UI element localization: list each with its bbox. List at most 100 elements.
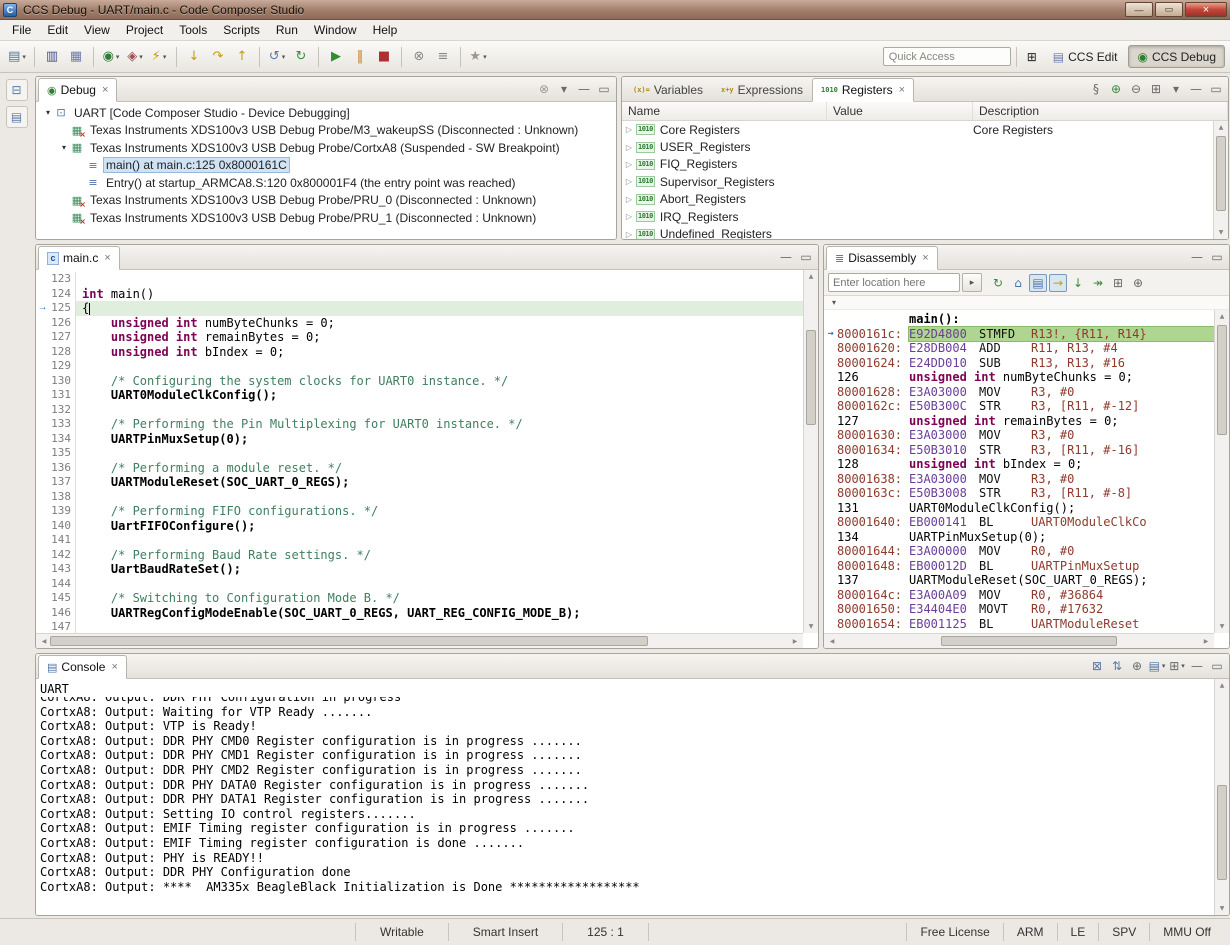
disasm-line[interactable]: 134UARTPinMuxSetup(0); <box>824 530 1214 545</box>
menu-tools[interactable]: Tools <box>171 21 215 39</box>
home-button[interactable]: ⌂ <box>1009 274 1027 292</box>
code-line[interactable]: 134 UARTPinMuxSetup(0); <box>36 432 803 447</box>
close-icon[interactable]: × <box>111 661 117 673</box>
minimize-view-button[interactable]: — <box>1187 80 1205 98</box>
scroll-up-icon[interactable]: ▲ <box>1214 121 1228 134</box>
code-line[interactable]: 132 <box>36 403 803 418</box>
maximize-view-button[interactable]: ▭ <box>1208 248 1226 266</box>
close-icon[interactable]: × <box>102 84 108 96</box>
register-row[interactable]: ▷1010USER_Registers <box>622 138 1228 155</box>
editor-vertical-scrollbar[interactable]: ▲▼ <box>803 270 818 633</box>
debug-tree-item[interactable]: ▾▦Texas Instruments XDS100v3 USB Debug P… <box>36 139 616 157</box>
code-line[interactable]: 126 unsigned int numByteChunks = 0; <box>36 316 803 331</box>
asm-step-into-button[interactable]: ↓ <box>1069 274 1087 292</box>
tab-registers[interactable]: 1010Registers× <box>812 78 914 102</box>
disasm-line[interactable]: 80001648:EB00012DBLUARTPinMuxSetup <box>824 559 1214 574</box>
code-line[interactable]: 145 /* Switching to Configuration Mode B… <box>36 591 803 606</box>
save-all-button[interactable]: ▦ <box>65 46 87 68</box>
expand-arrow-icon[interactable]: ▷ <box>622 160 636 169</box>
code-line[interactable]: 146 UARTRegConfigModeEnable(SOC_UART_0_R… <box>36 606 803 621</box>
code-line[interactable]: 130 /* Configuring the system clocks for… <box>36 374 803 389</box>
scroll-down-icon[interactable]: ▼ <box>1215 620 1229 633</box>
refresh-button[interactable]: ↻ <box>989 274 1007 292</box>
scroll-down-icon[interactable]: ▼ <box>1214 226 1228 239</box>
close-window-button[interactable]: × <box>1185 2 1227 17</box>
project-explorer-fastview-button[interactable]: ▤ <box>6 106 28 128</box>
pin-console-button[interactable]: ⊕ <box>1128 657 1146 675</box>
register-row[interactable]: ▷1010IRQ_Registers <box>622 208 1228 225</box>
restore-views-button[interactable]: ⊟ <box>6 79 28 101</box>
debug-tree-item[interactable]: ▦×Texas Instruments XDS100v3 USB Debug P… <box>36 122 616 140</box>
disassembly-vertical-scrollbar[interactable]: ▲▼ <box>1214 310 1229 633</box>
code-line[interactable]: 128 unsigned int bIndex = 0; <box>36 345 803 360</box>
disasm-line[interactable]: main(): <box>824 312 1214 327</box>
code-line[interactable]: 141 <box>36 533 803 548</box>
tab-variables[interactable]: (x)=Variables <box>624 78 712 102</box>
code-line[interactable]: 144 <box>36 577 803 592</box>
disasm-line[interactable]: 8000163c:E50B3008STRR3, [R11, #-8] <box>824 486 1214 501</box>
save-button[interactable]: ▥ <box>41 46 63 68</box>
scroll-left-icon[interactable]: ◀ <box>38 635 50 648</box>
show-type-names-button[interactable]: § <box>1087 80 1105 98</box>
menu-file[interactable]: File <box>4 21 39 39</box>
open-new-view-button[interactable]: ⊞ <box>1109 274 1127 292</box>
code-line[interactable]: 140 UartFIFOConfigure(); <box>36 519 803 534</box>
terminate-button[interactable]: ■ <box>373 46 395 68</box>
menu-window[interactable]: Window <box>306 21 365 39</box>
ccs-edit-perspective-button[interactable]: ▤CCS Edit <box>1045 45 1126 68</box>
display-selected-console-button[interactable]: ▤▾ <box>1148 657 1166 675</box>
show-source-toggle[interactable]: ▤ <box>1029 274 1047 292</box>
register-row[interactable]: ▷1010Undefined_Registers <box>622 225 1228 239</box>
disasm-line[interactable]: →8000161c:E92D4800STMFDR13!, {R11, R14} <box>824 327 1214 342</box>
expand-arrow-icon[interactable]: ▷ <box>622 125 636 134</box>
menu-run[interactable]: Run <box>268 21 306 39</box>
scroll-down-icon[interactable]: ▼ <box>1215 902 1229 915</box>
expand-arrow-icon[interactable]: ▾ <box>42 108 54 117</box>
column-header-value[interactable]: Value <box>827 102 973 120</box>
menu-view[interactable]: View <box>76 21 118 39</box>
track-pc-toggle[interactable]: → <box>1049 274 1067 292</box>
disconnect-button[interactable]: ⊗ <box>408 46 430 68</box>
scrollbar-thumb[interactable] <box>50 636 648 646</box>
disasm-line[interactable]: 126unsigned int numByteChunks = 0; <box>824 370 1214 385</box>
new-button[interactable]: ▤▾ <box>6 46 28 68</box>
disasm-line[interactable]: 80001644:E3A00000MOVR0, #0 <box>824 544 1214 559</box>
code-line[interactable]: 129 <box>36 359 803 374</box>
target-config-button[interactable]: ◈▾ <box>124 46 146 68</box>
disasm-line[interactable]: 80001650:E34404E0MOVTR0, #17632 <box>824 602 1214 617</box>
code-line[interactable]: 135 <box>36 446 803 461</box>
minimize-view-button[interactable]: — <box>1188 657 1206 675</box>
disasm-line[interactable]: 80001640:EB000141BLUART0ModuleClkCo <box>824 515 1214 530</box>
disasm-line[interactable]: 8000164c:E3A00A09MOVR0, #36864 <box>824 588 1214 603</box>
scroll-up-icon[interactable]: ▲ <box>1215 310 1229 323</box>
scrollbar-thumb[interactable] <box>1217 785 1227 879</box>
trace-highlight-button[interactable]: ★▾ <box>467 46 489 68</box>
remove-register-group-button[interactable]: ⊖ <box>1127 80 1145 98</box>
expand-arrow-icon[interactable]: ▷ <box>622 177 636 186</box>
scrollbar-thumb[interactable] <box>1216 136 1226 211</box>
disasm-line[interactable]: 80001628:E3A03000MOVR3, #0 <box>824 385 1214 400</box>
restore-window-button[interactable]: ▭ <box>1155 2 1183 17</box>
code-line[interactable]: 139 /* Performing FIFO configurations. *… <box>36 504 803 519</box>
pin-view-button[interactable]: ⊕ <box>1129 274 1147 292</box>
resume-button[interactable]: ▶ <box>325 46 347 68</box>
expand-arrow-icon[interactable]: ▷ <box>622 212 636 221</box>
disasm-line[interactable]: 80001620:E28DB004ADDR11, R13, #4 <box>824 341 1214 356</box>
tab-expressions[interactable]: x+yExpressions <box>712 78 812 102</box>
code-line[interactable]: 133 /* Performing the Pin Multiplexing f… <box>36 417 803 432</box>
add-register-group-button[interactable]: ⊕ <box>1107 80 1125 98</box>
column-header-description[interactable]: Description <box>973 102 1228 120</box>
code-line[interactable]: 124int main() <box>36 287 803 302</box>
maximize-view-button[interactable]: ▭ <box>1208 657 1226 675</box>
asm-step-over-button[interactable]: ↠ <box>1089 274 1107 292</box>
disasm-line[interactable]: 80001630:E3A03000MOVR3, #0 <box>824 428 1214 443</box>
tab-debug[interactable]: ◉ Debug × <box>38 78 117 102</box>
minimize-view-button[interactable]: — <box>777 248 795 266</box>
menu-help[interactable]: Help <box>365 21 406 39</box>
scroll-up-icon[interactable]: ▲ <box>804 270 818 283</box>
code-line[interactable]: 131 UART0ModuleClkConfig(); <box>36 388 803 403</box>
debug-tree-item[interactable]: ▾⊡UART [Code Composer Studio - Device De… <box>36 104 616 122</box>
instruction-stepping-button[interactable]: ≡ <box>432 46 454 68</box>
menu-project[interactable]: Project <box>118 21 171 39</box>
debug-tree-item[interactable]: ▦×Texas Instruments XDS100v3 USB Debug P… <box>36 192 616 210</box>
